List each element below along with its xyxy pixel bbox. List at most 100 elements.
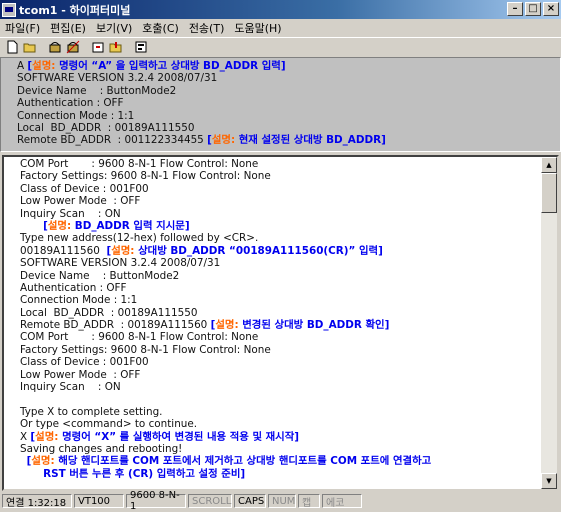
menu-view[interactable]: 보기(V) <box>91 20 137 36</box>
terminal-line: X [설명: 명령어 “X” 를 실행하여 변경된 내용 적용 및 재시작] <box>20 431 431 443</box>
title-bar: tcom1 - 하이퍼터미널 – □ × <box>0 0 561 19</box>
terminal-line: Class of Device : 001F00 <box>20 183 431 195</box>
annotation-text: RST 버튼 누른 후 (CR) 입력하고 설정 준비] <box>43 467 246 480</box>
terminal-output: Remote BD_ADDR : 00189A111560 <box>20 319 211 332</box>
terminal-output: Local BD_ADDR : 00189A111550 <box>17 121 195 134</box>
terminal-output: SOFTWARE VERSION 3.2.4 2008/07/31 <box>20 257 221 270</box>
toolbar <box>0 37 561 56</box>
terminal-output: Device Name : ButtonMode2 <box>17 84 177 97</box>
terminal-line: SOFTWARE VERSION 3.2.4 2008/07/31 <box>20 257 431 269</box>
terminal-output: Inquiry Scan : ON <box>20 381 121 394</box>
terminal-line: COM Port : 9600 8-N-1 Flow Control: None <box>20 331 431 343</box>
scroll-down-icon[interactable]: ▼ <box>541 473 557 489</box>
terminal-line: 00189A111560 [설명: 상대방 BD_ADDR “00189A111… <box>20 245 431 257</box>
terminal-line: [설명: 해당 핸디포트를 COM 포트에서 제거하고 상대방 핸디포트를 CO… <box>20 455 432 468</box>
terminal-line: Device Name : ButtonMode2 <box>17 85 386 97</box>
terminal-line: Local BD_ADDR : 00189A111550 <box>20 307 431 319</box>
menu-bar: 파일(F) 편집(E) 보기(V) 호출(C) 전송(T) 도움말(H) <box>0 19 561 37</box>
status-connected-time: 연결 1:32:18 <box>2 494 72 509</box>
terminal-line: Factory Settings: 9600 8-N-1 Flow Contro… <box>20 170 431 182</box>
minimize-icon[interactable]: – <box>507 2 523 16</box>
window-controls: – □ × <box>507 2 559 16</box>
terminal-line: Saving changes and rebooting! <box>20 443 431 455</box>
terminal-output: Local BD_ADDR : 00189A111550 <box>20 306 198 319</box>
terminal-line: Factory Settings: 9600 8-N-1 Flow Contro… <box>20 344 431 356</box>
terminal-output: COM Port : 9600 8-N-1 Flow Control: None <box>20 158 259 170</box>
annotation-text: [설명: 상대방 BD_ADDR “00189A111560(CR)” 입력] <box>106 244 383 257</box>
terminal-line: Local BD_ADDR : 00189A111550 <box>17 122 386 134</box>
terminal-output <box>20 455 27 467</box>
properties-icon[interactable] <box>132 39 149 55</box>
status-bar: 연결 1:32:18 VT100 9600 8-N-1 SCROLL CAPS … <box>0 490 561 512</box>
status-num: NUM <box>268 494 296 508</box>
terminal-output <box>20 220 43 232</box>
terminal-output: Authentication : OFF <box>20 281 127 294</box>
terminal-output: Low Power Mode : OFF <box>20 368 141 381</box>
receive-icon[interactable] <box>107 39 124 55</box>
terminal-output: Inquiry Scan : ON <box>20 207 121 220</box>
menu-transfer[interactable]: 전송(T) <box>184 20 230 36</box>
terminal-line: SOFTWARE VERSION 3.2.4 2008/07/31 <box>17 72 386 84</box>
new-icon[interactable] <box>3 39 20 55</box>
terminal-output: Saving changes and rebooting! <box>20 442 183 455</box>
terminal-text: COM Port : 9600 8-N-1 Flow Control: None… <box>20 158 431 480</box>
terminal-output: SOFTWARE VERSION 3.2.4 2008/07/31 <box>17 72 218 85</box>
annotation-text: [설명: 해당 핸디포트를 COM 포트에서 제거하고 상대방 핸디포트를 CO… <box>26 455 432 468</box>
terminal-line: Connection Mode : 1:1 <box>20 294 431 306</box>
annotation-text: [설명: 명령어 “X” 를 실행하여 변경된 내용 적용 및 재시작] <box>30 430 300 443</box>
terminal-line: Remote BD_ADDR : 001122334455 [설명: 현재 설정… <box>17 134 386 146</box>
close-icon[interactable]: × <box>543 2 559 16</box>
terminal-output: Or type <command> to continue. <box>20 418 198 431</box>
terminal-line: A [설명: 명령어 “A” 을 입력하고 상대방 BD_ADDR 입력] <box>17 60 386 72</box>
terminal-line: Low Power Mode : OFF <box>20 195 431 207</box>
terminal-output: Type new address(12-hex) followed by <CR… <box>20 232 259 245</box>
terminal-output: Type X to complete setting. <box>20 405 163 418</box>
terminal-line: Remote BD_ADDR : 00189A111560 [설명: 변경된 상… <box>20 319 431 331</box>
terminal-line: Type X to complete setting. <box>20 406 431 418</box>
terminal-line: Authentication : OFF <box>17 97 386 109</box>
terminal-output: Remote BD_ADDR : 001122334455 <box>17 134 208 147</box>
vertical-scrollbar[interactable]: ▲ ▼ <box>541 157 557 489</box>
terminal-window[interactable]: COM Port : 9600 8-N-1 Flow Control: None… <box>2 155 559 491</box>
terminal-output: Low Power Mode : OFF <box>20 195 141 208</box>
call-icon[interactable] <box>46 39 63 55</box>
app-icon <box>2 2 16 17</box>
menu-help[interactable]: 도움말(H) <box>229 20 286 36</box>
maximize-icon[interactable]: □ <box>525 2 541 16</box>
terminal-output: X <box>20 430 31 443</box>
terminal-line: COM Port : 9600 8-N-1 Flow Control: None <box>20 158 431 170</box>
terminal-line: Inquiry Scan : ON <box>20 208 431 220</box>
terminal-output: Factory Settings: 9600 8-N-1 Flow Contro… <box>20 343 271 356</box>
terminal-output: Connection Mode : 1:1 <box>20 294 138 307</box>
terminal-output <box>20 468 43 480</box>
terminal-output: 00189A111560 <box>20 244 107 257</box>
menu-file[interactable]: 파일(F) <box>0 20 45 36</box>
upper-terminal-pane: A [설명: 명령어 “A” 을 입력하고 상대방 BD_ADDR 입력] SOF… <box>0 57 561 152</box>
terminal-output: Class of Device : 001F00 <box>20 182 149 195</box>
terminal-line: Class of Device : 001F00 <box>20 356 431 368</box>
disconnect-icon[interactable] <box>64 39 81 55</box>
terminal-output: Authentication : OFF <box>17 97 124 110</box>
menu-edit[interactable]: 편집(E) <box>45 20 91 36</box>
status-print-echo: 에코 <box>322 494 362 509</box>
status-capture: 캡 <box>298 494 320 509</box>
annotation-text: [설명: 명령어 “A” 을 입력하고 상대방 BD_ADDR 입력] <box>27 60 286 72</box>
terminal-line: Connection Mode : 1:1 <box>17 110 386 122</box>
status-scroll: SCROLL <box>188 494 232 508</box>
terminal-output: Connection Mode : 1:1 <box>17 109 135 122</box>
menu-call[interactable]: 호출(C) <box>137 20 184 36</box>
terminal-line: Type new address(12-hex) followed by <CR… <box>20 232 431 244</box>
terminal-line: Low Power Mode : OFF <box>20 369 431 381</box>
scroll-thumb[interactable] <box>541 173 557 213</box>
status-emulation: VT100 <box>74 494 124 508</box>
send-icon[interactable] <box>89 39 106 55</box>
window-title: tcom1 - 하이퍼터미널 <box>19 3 131 17</box>
upper-terminal-text: A [설명: 명령어 “A” 을 입력하고 상대방 BD_ADDR 입력] SOF… <box>17 60 386 147</box>
annotation-text: [설명: BD_ADDR 입력 지시문] <box>43 219 190 232</box>
status-port-settings: 9600 8-N-1 <box>126 490 186 512</box>
terminal-line: [설명: BD_ADDR 입력 지시문] <box>20 220 431 232</box>
terminal-line: Device Name : ButtonMode2 <box>20 270 431 282</box>
scroll-up-icon[interactable]: ▲ <box>541 157 557 173</box>
open-icon[interactable] <box>21 39 38 55</box>
